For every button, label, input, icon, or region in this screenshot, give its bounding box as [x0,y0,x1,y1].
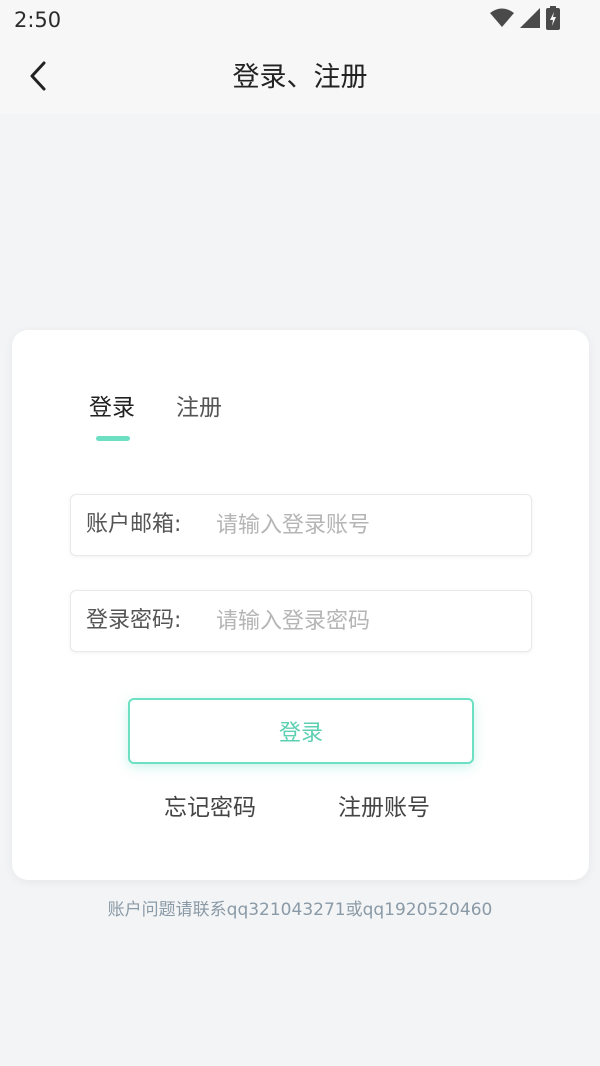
active-tab-indicator [96,436,130,441]
login-card: 登录 注册 账户邮箱: 登录密码: 登录 忘记密码 注册账号 [12,330,589,880]
page-title: 登录、注册 [232,62,368,93]
email-field: 账户邮箱: [70,494,532,556]
forgot-password-link[interactable]: 忘记密码 [164,792,256,824]
password-field: 登录密码: [70,590,532,652]
email-input[interactable] [216,507,516,543]
email-label: 账户邮箱: [86,512,182,537]
tab-register[interactable]: 注册 [176,392,222,424]
register-account-link[interactable]: 注册账号 [338,792,430,824]
login-button[interactable]: 登录 [128,698,474,764]
password-input[interactable] [216,603,516,639]
password-label: 登录密码: [86,608,182,633]
tab-login[interactable]: 登录 [89,392,135,424]
status-bar: 2:50 [0,0,600,40]
wifi-icon [490,8,514,32]
status-icons [490,6,560,34]
app-bar: 登录、注册 [0,40,600,114]
status-time: 2:50 [14,8,62,32]
support-contact-note: 账户问题请联系qq321043271或qq1920520460 [107,900,493,920]
cellular-signal-icon [520,8,540,32]
battery-icon [546,6,560,34]
